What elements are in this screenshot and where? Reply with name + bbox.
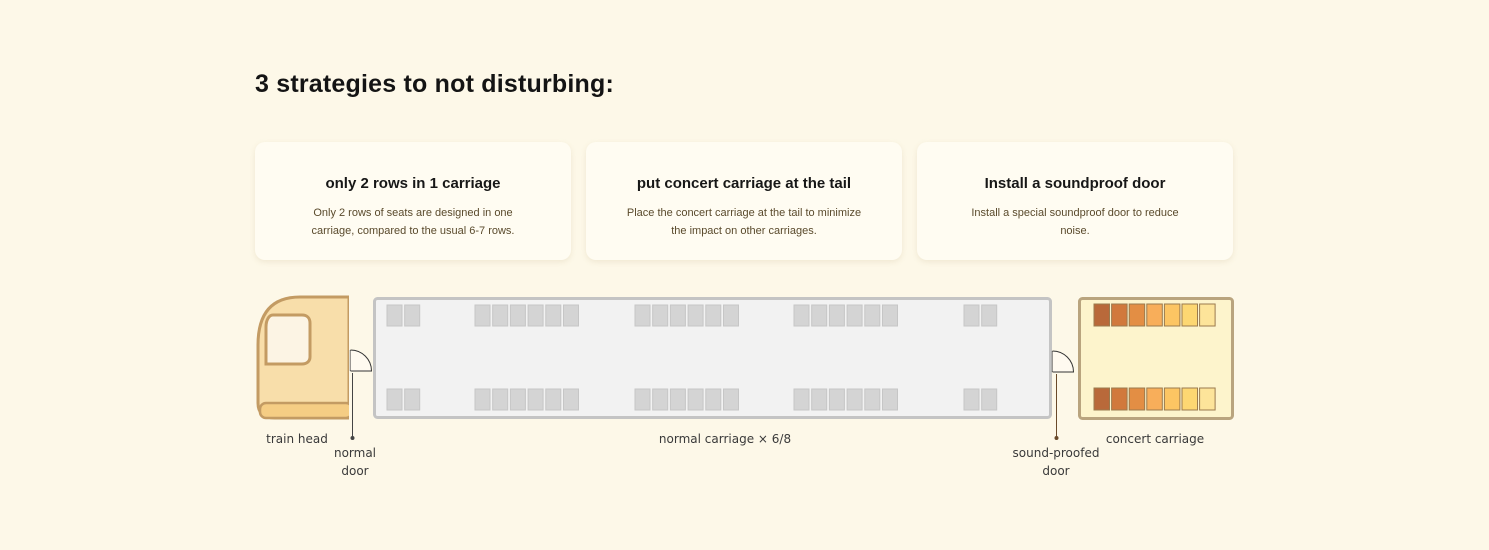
seat bbox=[705, 388, 722, 411]
seat bbox=[634, 304, 651, 327]
seat bbox=[882, 388, 898, 411]
soundproof-door-pointer-icon bbox=[1054, 374, 1059, 440]
soundproof-door-label: sound-proofed door bbox=[1012, 446, 1100, 478]
seat bbox=[563, 388, 579, 411]
seat bbox=[634, 388, 651, 411]
seat bbox=[723, 388, 739, 411]
seat bbox=[669, 304, 686, 327]
seat bbox=[652, 304, 669, 327]
seat bbox=[687, 388, 704, 411]
concert-seat bbox=[1128, 303, 1146, 327]
seat bbox=[527, 388, 544, 411]
seat bbox=[527, 304, 544, 327]
concert-seat bbox=[1093, 303, 1110, 327]
train-head-icon bbox=[256, 295, 349, 420]
seat bbox=[882, 304, 898, 327]
concert-seat bbox=[1181, 303, 1198, 327]
seat bbox=[811, 388, 828, 411]
seat bbox=[864, 304, 881, 327]
seat bbox=[386, 304, 403, 327]
concert-seat bbox=[1181, 387, 1198, 411]
seat bbox=[474, 388, 491, 411]
concert-seat bbox=[1199, 303, 1216, 327]
seat bbox=[811, 304, 828, 327]
normal-door-icon bbox=[349, 349, 373, 372]
seat bbox=[509, 388, 526, 411]
seat bbox=[492, 388, 509, 411]
train-head-label: train head bbox=[266, 432, 328, 446]
normal-carriage-label: normal carriage × 6/8 bbox=[658, 432, 792, 446]
seat bbox=[386, 388, 403, 411]
normal-door-label: normal door bbox=[333, 446, 377, 478]
seat bbox=[963, 304, 980, 327]
concert-seat bbox=[1163, 387, 1181, 411]
seat bbox=[404, 388, 421, 411]
concert-carriage-label: concert carriage bbox=[1105, 432, 1205, 446]
seat bbox=[545, 304, 562, 327]
seat bbox=[669, 388, 686, 411]
seat bbox=[652, 388, 669, 411]
seat bbox=[404, 304, 421, 327]
concert-seat bbox=[1111, 303, 1128, 327]
seat bbox=[846, 388, 863, 411]
seat bbox=[545, 388, 562, 411]
seat bbox=[864, 388, 881, 411]
seat bbox=[474, 304, 491, 327]
concert-seat bbox=[1146, 303, 1163, 327]
seat bbox=[793, 304, 810, 327]
seat bbox=[846, 304, 863, 327]
seat bbox=[563, 304, 579, 327]
concert-seat bbox=[1128, 387, 1146, 411]
seat bbox=[509, 304, 526, 327]
concert-seat bbox=[1199, 387, 1216, 411]
seat bbox=[793, 388, 810, 411]
seat bbox=[687, 304, 704, 327]
seat bbox=[963, 388, 980, 411]
concert-seat bbox=[1093, 387, 1110, 411]
seat bbox=[981, 304, 998, 327]
concert-seat bbox=[1146, 387, 1163, 411]
seat bbox=[705, 304, 722, 327]
seat bbox=[828, 304, 845, 327]
soundproof-door-icon bbox=[1051, 350, 1075, 373]
seat bbox=[828, 388, 845, 411]
seat bbox=[492, 304, 509, 327]
normal-door-pointer-icon bbox=[350, 373, 355, 440]
concert-seat bbox=[1163, 303, 1181, 327]
seat bbox=[723, 304, 739, 327]
seat bbox=[981, 388, 998, 411]
concert-seat bbox=[1111, 387, 1128, 411]
train-diagram bbox=[256, 295, 1234, 440]
